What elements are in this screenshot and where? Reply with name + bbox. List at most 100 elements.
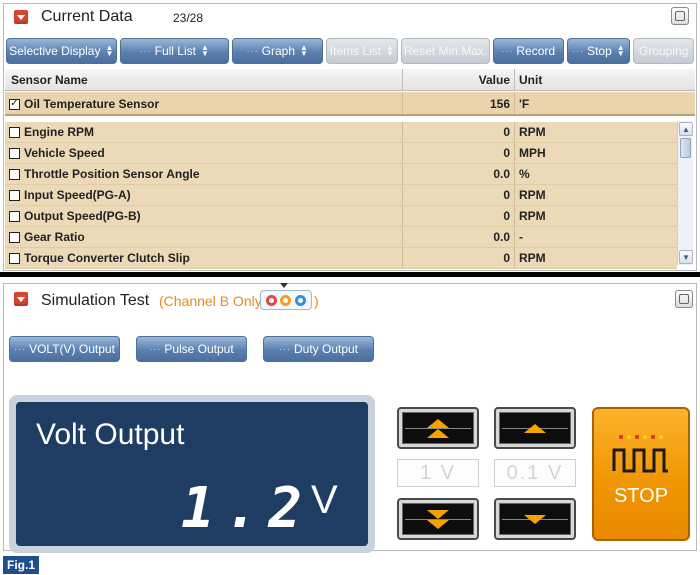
- stop-button[interactable]: ··· Stop ▲ ▼: [566, 38, 631, 64]
- dots-icon: ···: [572, 46, 585, 56]
- led-dot-icon: [627, 435, 631, 439]
- current-data-toolbar: Selective Display ▲ ▼ ··· Full List ▲ ▼ ··· Grap…: [4, 36, 696, 66]
- fine-decrease-button[interactable]: [494, 498, 576, 540]
- sensor-checkbox[interactable]: [9, 210, 20, 222]
- column-header-value[interactable]: Value: [479, 73, 510, 87]
- pulse-output-label: Pulse Output: [164, 342, 234, 356]
- fine-increase-button[interactable]: [494, 407, 576, 449]
- led-dot-icon: [619, 435, 623, 439]
- column-divider: [514, 227, 515, 247]
- sensor-checkbox[interactable]: [9, 126, 20, 138]
- fine-step-label: 0.1 V: [494, 459, 576, 487]
- sensor-unit: RPM: [519, 125, 546, 139]
- channel-ring-icon: [265, 294, 277, 306]
- stop-simulation-button[interactable]: STOP: [592, 407, 690, 541]
- scroll-down-button[interactable]: ▼: [679, 250, 693, 264]
- simulation-test-title: Simulation Test: [41, 292, 150, 309]
- dots-icon: ···: [246, 46, 259, 56]
- down-arrow-icon: [524, 514, 546, 524]
- sensor-checkbox[interactable]: [9, 189, 20, 201]
- reset-min-max-button[interactable]: Reset Min.Max.: [401, 38, 490, 64]
- graph-label: Graph: [261, 44, 296, 58]
- dots-icon: ···: [14, 344, 27, 354]
- sensor-row[interactable]: Throttle Position Sensor Angle 0.0%: [5, 164, 677, 185]
- up-arrow-icon: [524, 423, 546, 433]
- sensor-unit: RPM: [519, 251, 546, 265]
- coarse-decrease-button[interactable]: [397, 498, 479, 540]
- volt-output-button[interactable]: ··· VOLT(V) Output: [9, 336, 120, 362]
- channel-note-close: ): [314, 293, 319, 309]
- selective-display-button[interactable]: Selective Display ▲ ▼: [6, 38, 117, 64]
- stop-label: STOP: [613, 485, 669, 507]
- column-divider: [402, 69, 403, 91]
- column-header-sensor-name[interactable]: Sensor Name: [11, 73, 88, 87]
- full-list-button[interactable]: ··· Full List ▲ ▼: [119, 38, 229, 64]
- sensor-list-scrollbar[interactable]: ▲ ▼: [677, 121, 693, 265]
- sensor-name-cell: Output Speed(PG-B): [9, 209, 141, 223]
- sensor-name: Input Speed(PG-A): [24, 188, 131, 202]
- table-header: Sensor Name Value Unit: [5, 69, 695, 91]
- sensor-checkbox[interactable]: [9, 231, 20, 243]
- sensor-row[interactable]: Output Speed(PG-B) 0 RPM: [5, 206, 677, 227]
- column-divider: [514, 248, 515, 268]
- maximize-icon: [679, 294, 689, 304]
- stop-label: Stop: [587, 44, 612, 58]
- dropdown-arrows-icon: ▲ ▼: [105, 43, 114, 58]
- sensor-row[interactable]: Input Speed(PG-A) 0 RPM: [5, 185, 677, 206]
- square-wave-icon: [612, 448, 668, 473]
- maximize-current-data-button[interactable]: [671, 7, 689, 25]
- sensor-name: Throttle Position Sensor Angle: [24, 167, 200, 181]
- record-label: Record: [516, 44, 556, 58]
- collapse-current-data-button[interactable]: [14, 10, 28, 24]
- grouping-label: Grouping: [638, 44, 689, 58]
- sensor-value: 0: [503, 146, 510, 160]
- maximize-simulation-button[interactable]: [675, 290, 693, 308]
- sensor-row[interactable]: Engine RPM 0 RPM: [5, 122, 677, 143]
- current-data-title: Current Data: [41, 8, 133, 25]
- sensor-name: Oil Temperature Sensor: [24, 97, 160, 111]
- pulse-output-button[interactable]: ··· Pulse Output: [136, 336, 247, 362]
- led-dot-icon: [635, 435, 639, 439]
- led-dot-icon: [651, 435, 655, 439]
- sensor-checkbox[interactable]: [9, 147, 20, 159]
- channel-ring-icon: [295, 294, 307, 306]
- items-list-button[interactable]: Items List ▲ ▼: [325, 38, 399, 64]
- sensor-name: Gear Ratio: [24, 230, 85, 244]
- column-divider: [402, 248, 403, 268]
- record-button[interactable]: ··· Record: [492, 38, 564, 64]
- column-header-unit[interactable]: Unit: [519, 73, 542, 87]
- collapse-simulation-button[interactable]: [14, 292, 28, 306]
- sensor-name-cell: Engine RPM: [9, 125, 94, 139]
- sensor-row[interactable]: Gear Ratio 0.0-: [5, 227, 677, 248]
- graph-button[interactable]: ··· Graph ▲ ▼: [232, 38, 323, 64]
- sensor-value: 156: [489, 97, 510, 111]
- grouping-button[interactable]: Grouping: [633, 38, 694, 64]
- chevron-up-icon: ▲: [682, 124, 690, 134]
- sensor-value: 0: [503, 188, 510, 202]
- sensor-checkbox[interactable]: [9, 168, 20, 180]
- sensor-unit: RPM: [519, 188, 546, 202]
- scroll-thumb[interactable]: [680, 138, 691, 158]
- sensor-name: Output Speed(PG-B): [24, 209, 141, 223]
- column-divider: [402, 206, 403, 226]
- column-divider: [514, 122, 515, 142]
- fixed-sensor-row[interactable]: ✓ Oil Temperature Sensor 156 'F: [5, 92, 695, 116]
- channel-ring-icon: [280, 294, 292, 306]
- sensor-unit: -: [519, 230, 523, 244]
- scroll-up-button[interactable]: ▲: [679, 122, 693, 136]
- sensor-row[interactable]: Torque Converter Clutch Slip 0 RPM: [5, 248, 677, 269]
- column-divider: [514, 206, 515, 226]
- sensor-name-cell: Vehicle Speed: [9, 146, 105, 160]
- led-dot-icon: [643, 435, 647, 439]
- column-divider: [402, 143, 403, 163]
- sensor-checkbox[interactable]: [9, 252, 20, 264]
- figure-label: Fig.1: [3, 556, 39, 574]
- duty-output-button[interactable]: ··· Duty Output: [263, 336, 374, 362]
- column-divider: [514, 143, 515, 163]
- column-divider: [402, 227, 403, 247]
- column-divider: [514, 185, 515, 205]
- coarse-increase-button[interactable]: [397, 407, 479, 449]
- sensor-checkbox[interactable]: ✓: [9, 98, 20, 110]
- sensor-row[interactable]: Vehicle Speed 0 MPH: [5, 143, 677, 164]
- sensor-unit: RPM: [519, 209, 546, 223]
